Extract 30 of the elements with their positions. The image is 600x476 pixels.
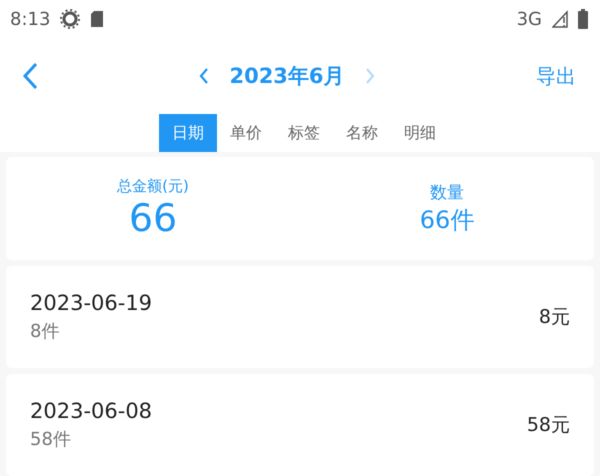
battery-icon [578, 9, 588, 29]
gear-icon [60, 9, 80, 29]
count-value: 66件 [420, 204, 474, 236]
total-label: 总金额(元) [117, 176, 189, 196]
tab[interactable]: 名称 [333, 114, 391, 152]
network-label: 3G [516, 8, 542, 30]
item-date: 2023-06-08 [30, 398, 154, 423]
back-icon [22, 62, 38, 90]
month-title: 2023年6月 [229, 63, 345, 90]
item-amount: 8元 [538, 304, 570, 330]
total-value: 66 [128, 196, 178, 240]
item-count: 8件 [30, 320, 60, 343]
sd-card-icon [90, 10, 104, 28]
tab[interactable]: 单价 [217, 114, 275, 152]
count-label: 数量 [430, 182, 464, 204]
signal-icon [552, 10, 568, 28]
chevron-left-icon [199, 67, 210, 85]
item-amount: 58元 [526, 412, 570, 438]
chevron-right-icon [364, 67, 375, 85]
export-button[interactable]: 导出 [536, 62, 576, 90]
tab[interactable]: 标签 [275, 114, 333, 152]
back-button[interactable] [22, 62, 38, 90]
previous-month-button[interactable] [199, 67, 210, 85]
status-time: 8:13 [10, 8, 50, 30]
tab[interactable]: 明细 [391, 114, 449, 152]
item-date: 2023-06-19 [30, 290, 154, 315]
item-count: 58件 [30, 428, 72, 451]
list-item[interactable]: 2023-06-08 58件 58元 [6, 374, 594, 476]
list-item[interactable]: 2023-06-19 8件 8元 [6, 266, 594, 368]
tab[interactable]: 日期 [159, 114, 217, 152]
